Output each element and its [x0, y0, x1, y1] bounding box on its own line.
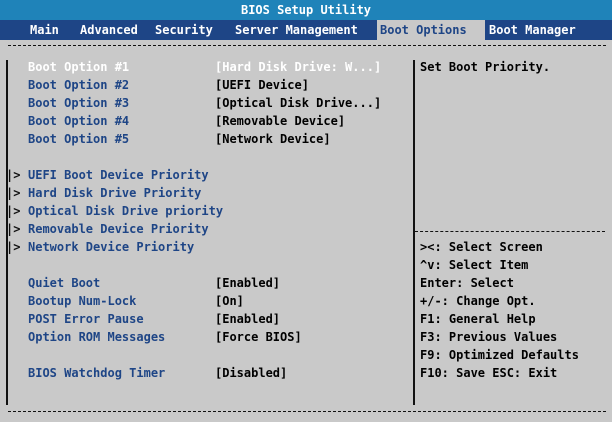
setting-bios-watchdog-timer-value[interactable]: [Disabled]: [215, 366, 287, 380]
boot-option-2-value[interactable]: [UEFI Device]: [215, 78, 309, 92]
setting-post-error-pause-label[interactable]: POST Error Pause: [28, 312, 144, 326]
boot-option-1-value[interactable]: [Hard Disk Drive: W...]: [215, 60, 381, 74]
boot-option-1-label[interactable]: Boot Option #1: [28, 60, 129, 74]
submenu-uefi-boot-device-priority[interactable]: UEFI Boot Device Priority: [28, 168, 209, 182]
setting-bios-watchdog-timer-label[interactable]: BIOS Watchdog Timer: [28, 366, 165, 380]
submenu-marker: |>: [6, 240, 21, 254]
key-hint-select-screen: ><: Select Screen: [420, 240, 543, 254]
setting-option-rom-messages-value[interactable]: [Force BIOS]: [215, 330, 302, 344]
submenu-marker: |>: [6, 222, 21, 236]
key-hint-change-opt: +/-: Change Opt.: [420, 294, 536, 308]
setting-quiet-boot-label[interactable]: Quiet Boot: [28, 276, 100, 290]
submenu-optical-disk-drive-priority[interactable]: Optical Disk Drive priority: [28, 204, 223, 218]
submenu-marker: |>: [6, 186, 21, 200]
boot-option-5-value[interactable]: [Network Device]: [215, 132, 331, 146]
main-panel: Boot Option #1 [Hard Disk Drive: W...] B…: [0, 40, 612, 422]
help-text: Set Boot Priority.: [420, 60, 551, 74]
key-hint-save-exit: F10: Save ESC: Exit: [420, 366, 558, 380]
submenu-network-device-priority[interactable]: Network Device Priority: [28, 240, 194, 254]
key-hint-previous-values: F3: Previous Values: [420, 330, 558, 344]
submenu-removable-device-priority[interactable]: Removable Device Priority: [28, 222, 209, 236]
top-border: [8, 45, 606, 46]
key-hint-general-help: F1: General Help: [420, 312, 536, 326]
setting-bootup-num-lock-value[interactable]: [On]: [215, 294, 244, 308]
boot-option-2-label[interactable]: Boot Option #2: [28, 78, 129, 92]
menu-bar: Main Advanced Security Server Management…: [0, 20, 612, 40]
menu-tab-boot-options[interactable]: Boot Options: [377, 20, 485, 40]
key-hint-select-item: ^v: Select Item: [420, 258, 529, 272]
menu-tab-boot-manager[interactable]: Boot Manager: [489, 20, 576, 40]
help-column-border: [413, 60, 415, 405]
submenu-marker: |>: [6, 168, 21, 182]
boot-option-3-value[interactable]: [Optical Disk Drive...]: [215, 96, 381, 110]
submenu-hard-disk-drive-priority[interactable]: Hard Disk Drive Priority: [28, 186, 201, 200]
menu-tab-security[interactable]: Security: [155, 20, 213, 40]
setting-bootup-num-lock-label[interactable]: Bootup Num-Lock: [28, 294, 136, 308]
boot-option-4-value[interactable]: [Removable Device]: [215, 114, 345, 128]
setting-option-rom-messages-label[interactable]: Option ROM Messages: [28, 330, 165, 344]
menu-tab-server-management[interactable]: Server Management: [235, 20, 358, 40]
boot-option-5-label[interactable]: Boot Option #5: [28, 132, 129, 146]
menu-tab-advanced[interactable]: Advanced: [80, 20, 138, 40]
boot-option-4-label[interactable]: Boot Option #4: [28, 114, 129, 128]
bios-title-bar: BIOS Setup Utility: [0, 0, 612, 20]
setting-post-error-pause-value[interactable]: [Enabled]: [215, 312, 280, 326]
key-hint-optimized-defaults: F9: Optimized Defaults: [420, 348, 579, 362]
help-divider: [415, 231, 605, 232]
submenu-marker: |>: [6, 204, 21, 218]
setting-quiet-boot-value[interactable]: [Enabled]: [215, 276, 280, 290]
boot-option-3-label[interactable]: Boot Option #3: [28, 96, 129, 110]
bottom-border: [8, 411, 606, 412]
menu-tab-main[interactable]: Main: [30, 20, 59, 40]
key-hint-enter-select: Enter: Select: [420, 276, 514, 290]
